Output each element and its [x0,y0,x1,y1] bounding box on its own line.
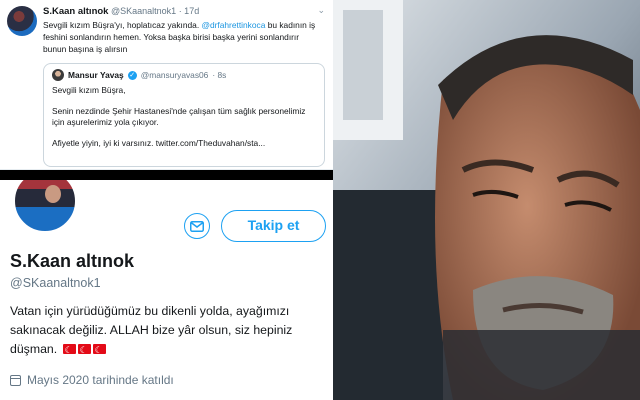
tweet-header: S.Kaan altınok @SKaanaltnok1 · 17d [43,6,199,17]
message-button[interactable] [184,213,210,239]
tweet-mention-link[interactable]: @drfahrettinkoca [201,20,265,30]
tweet-time[interactable]: · 17d [179,6,200,16]
profile-bio-text: Vatan için yürüdüğümüz bu dikenli yolda,… [10,304,293,356]
quoted-line-3: Afiyetle yiyin, iyi ki varsınız. twitter… [52,137,266,148]
message-icon [190,220,204,232]
separator-band [0,170,333,180]
profile-handle: @SKaanaltnok1 [10,276,101,290]
quoted-line-1: Sevgili kızım Büşra, [52,85,126,95]
portrait-illustration [333,0,640,400]
avatar-face [45,185,61,203]
turkish-flag-icon [92,341,106,360]
tweet-avatar[interactable] [7,6,37,36]
quoted-author-handle: @mansuryavas06 [140,70,209,80]
profile-joined-text: Mayıs 2020 tarihinde katıldı [27,373,174,387]
profile-bio: Vatan için yürüdüğümüz bu dikenli yolda,… [10,302,328,360]
portrait-photo [333,0,640,400]
tweet-card: S.Kaan altınok @SKaanaltnok1 · 17d ⌄ Sev… [0,0,333,170]
quoted-line-2: Senin nezdinde Şehir Hastanesi'nde çalış… [52,105,306,128]
profile-card: Takip et S.Kaan altınok @SKaanaltnok1 Va… [0,180,333,400]
tweet-author-handle[interactable]: @SKaanaltnok1 [111,6,176,16]
profile-joined: Mayıs 2020 tarihinde katıldı [10,373,174,387]
quoted-avatar [52,69,64,81]
profile-name: S.Kaan altınok [10,251,135,271]
tweet-text-part1: Sevgili kızım Büşra'yı, hoplatıcaz yakın… [43,20,202,30]
follow-button[interactable]: Takip et [221,210,326,242]
turkish-flag-icon [62,341,76,360]
profile-avatar[interactable] [12,180,78,234]
tweet-text: Sevgili kızım Büşra'yı, hoplatıcaz yakın… [43,20,323,55]
caret-down-icon[interactable]: ⌄ [317,5,325,16]
quoted-time: · 8s [212,70,227,80]
quoted-tweet[interactable]: Mansur Yavaş ✓ @mansuryavas06 · 8s Sevgi… [43,63,325,167]
verified-icon: ✓ [127,70,137,80]
turkish-flag-icon [77,341,91,360]
quoted-tweet-header: Mansur Yavaş ✓ @mansuryavas06 · 8s [52,69,316,81]
quoted-author-name: Mansur Yavaş [68,70,124,80]
tweet-author-name[interactable]: S.Kaan altınok [43,6,108,17]
calendar-icon [10,374,21,386]
